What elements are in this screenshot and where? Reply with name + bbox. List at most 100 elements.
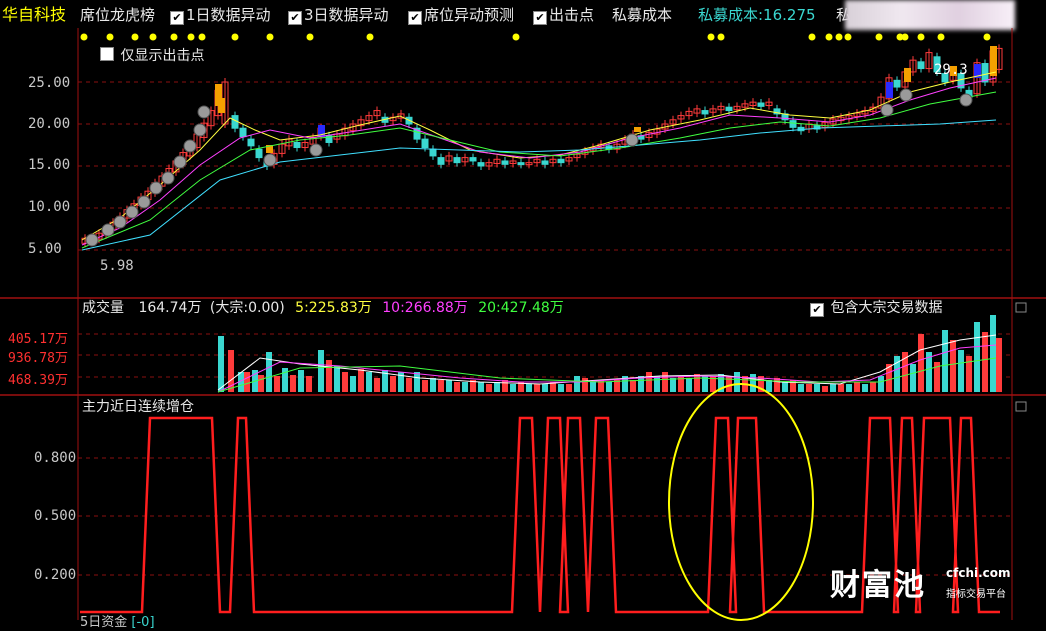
- candle-body: [893, 79, 901, 88]
- volume-bar: [646, 372, 652, 392]
- volume-bar: [266, 352, 272, 392]
- volume-bar: [414, 372, 420, 392]
- indicator-axis-tick: 0.500: [34, 508, 77, 524]
- signal-marker: [187, 33, 195, 41]
- candle-body: [981, 63, 989, 83]
- indicator-axis-tick: 0.200: [34, 567, 77, 583]
- price-axis-tick: 25.00: [28, 75, 71, 91]
- candle-body: [501, 160, 509, 165]
- volume-bar: [974, 322, 980, 392]
- flower-marker: [625, 133, 639, 147]
- checkbox-include-bulk[interactable]: ✔: [810, 303, 824, 317]
- flower-marker: [263, 153, 277, 167]
- low-price-label: 5.98: [100, 258, 134, 274]
- highlight-candle: [990, 46, 997, 76]
- checkbox-show-only[interactable]: [100, 47, 114, 61]
- show-only-strike-option[interactable]: 仅显示出击点: [100, 47, 204, 64]
- volume-bar: [366, 372, 372, 392]
- signal-marker: [366, 33, 374, 41]
- volume-bar: [694, 374, 700, 392]
- watermark-brand: 财富池: [830, 568, 926, 603]
- panel-window-icon: [1015, 401, 1027, 412]
- volume-bar: [846, 384, 852, 392]
- volume-axis-tick: 936.78万: [8, 351, 68, 366]
- volume-bar: [982, 332, 988, 392]
- volume-bar: [502, 380, 508, 392]
- flower-marker: [193, 123, 207, 137]
- highlight-candle: [634, 127, 641, 132]
- flower-marker: [85, 233, 99, 247]
- volume-bar: [590, 382, 596, 392]
- ma-line-60: [81, 119, 997, 251]
- price-axis-tick: 10.00: [28, 199, 71, 215]
- volume-bar: [358, 369, 364, 392]
- volume-axis-tick: 405.17万: [8, 332, 68, 347]
- include-bulk-option[interactable]: ✔ 包含大宗交易数据: [810, 300, 942, 317]
- candle-body: [469, 157, 477, 162]
- volume-bar: [390, 376, 396, 392]
- volume-bar: [454, 382, 460, 392]
- volume-bar: [774, 378, 780, 392]
- price-axis-tick: 5.00: [28, 241, 62, 257]
- indicator-title: 主力近日连续增仓: [82, 399, 194, 415]
- volume-bar: [782, 382, 788, 392]
- bottom-fund-label: 5日资金 [-0]: [80, 615, 155, 630]
- candle-body: [725, 106, 733, 112]
- volume-bar: [342, 372, 348, 392]
- volume-bar: [942, 330, 948, 392]
- high-price-label: 29.3: [934, 62, 968, 78]
- volume-value: 164.74万: [138, 300, 202, 316]
- signal-marker: [231, 33, 239, 41]
- flower-marker: [959, 93, 973, 107]
- volume-bar: [734, 372, 740, 392]
- flower-marker: [183, 139, 197, 153]
- signal-marker: [901, 33, 909, 41]
- volume-bar: [870, 382, 876, 392]
- volume-bar: [542, 384, 548, 392]
- volume-bar: [298, 370, 304, 392]
- volume-axis-tick: 468.39万: [8, 373, 68, 388]
- volume-bar: [918, 334, 924, 392]
- flower-marker: [309, 143, 323, 157]
- candle-body: [557, 158, 565, 164]
- candle-body: [429, 148, 437, 157]
- flower-marker: [173, 155, 187, 169]
- candle-body: [255, 148, 263, 159]
- candle-body: [421, 138, 429, 149]
- volume-bar: [290, 375, 296, 392]
- volume-header: 成交量 164.74万 (大宗:0.00) 5:225.83万 10:266.8…: [82, 300, 564, 316]
- signal-marker: [170, 33, 178, 41]
- flower-marker: [161, 171, 175, 185]
- signal-marker: [875, 33, 883, 41]
- volume-bar: [822, 386, 828, 392]
- volume-bar: [244, 372, 250, 392]
- volume-bar: [526, 384, 532, 392]
- volume-bar: [606, 382, 612, 392]
- volume-bar: [534, 384, 540, 392]
- volume-bar: [958, 350, 964, 392]
- volume-bar: [996, 338, 1002, 392]
- volume-bar: [686, 378, 692, 392]
- volume-ma5: 5:225.83万: [295, 300, 372, 316]
- volume-bar: [814, 384, 820, 392]
- signal-marker: [937, 33, 945, 41]
- candle-body: [477, 162, 485, 167]
- signal-marker: [198, 33, 206, 41]
- volume-ma10: 10:266.88万: [382, 300, 468, 316]
- watermark-sub: 指标交易平台: [946, 589, 1006, 600]
- indicator-axis-tick: 0.800: [34, 450, 77, 466]
- volume-bar: [662, 372, 668, 392]
- flower-marker: [125, 205, 139, 219]
- signal-marker: [717, 33, 725, 41]
- price-axis-tick: 20.00: [28, 116, 71, 132]
- flower-marker: [113, 215, 127, 229]
- volume-bar: [806, 384, 812, 392]
- volume-bar: [422, 380, 428, 392]
- candle-body: [453, 157, 461, 164]
- price-axis-tick: 15.00: [28, 157, 71, 173]
- signal-marker: [835, 33, 843, 41]
- volume-bar: [878, 376, 884, 392]
- candle-body: [757, 102, 765, 107]
- volume-bar: [258, 375, 264, 392]
- volume-title: 成交量: [82, 300, 124, 316]
